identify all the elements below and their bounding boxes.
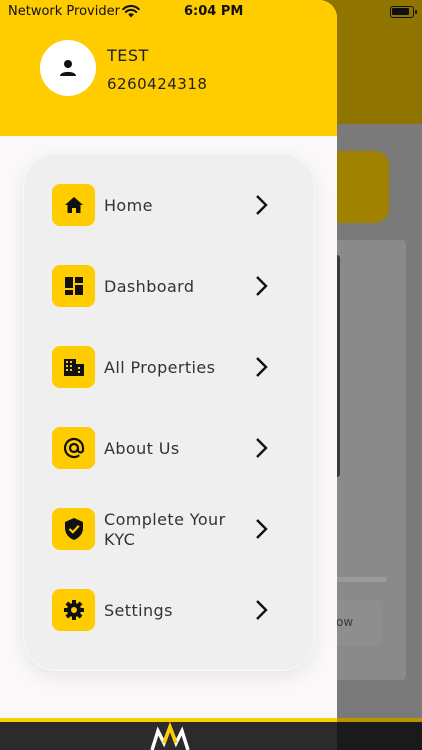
menu-item-all-properties[interactable]: All Properties: [52, 346, 282, 388]
menu-item-label: All Properties: [104, 358, 216, 377]
menu-item-dashboard[interactable]: Dashboard: [52, 265, 282, 307]
chevron-right-icon: [256, 519, 268, 539]
user-name: TEST: [107, 46, 149, 65]
carrier-name: Network Provider: [8, 4, 120, 19]
user-icon: [60, 60, 76, 76]
menu-item-label: Dashboard: [104, 277, 195, 296]
chevron-right-icon: [256, 600, 268, 620]
battery-icon: [390, 6, 417, 18]
verified-shield-icon: [52, 508, 95, 550]
navigation-drawer: TEST 6260424318 Home Dashboard All Prope…: [0, 0, 337, 750]
background-button-label: ow: [336, 615, 354, 629]
menu-item-label: About Us: [104, 439, 180, 458]
building-icon: [52, 346, 95, 388]
menu-item-home[interactable]: Home: [52, 184, 282, 226]
user-phone: 6260424318: [107, 75, 208, 93]
dashboard-icon: [52, 265, 95, 307]
home-icon: [52, 184, 95, 226]
wifi-icon: [122, 5, 140, 18]
menu-item-complete-kyc[interactable]: Complete Your KYC: [52, 508, 282, 550]
menu-item-label: Home: [104, 196, 153, 215]
chevron-right-icon: [256, 276, 268, 296]
status-time: 6:04 PM: [184, 4, 244, 19]
at-sign-icon: [52, 427, 95, 469]
logo-icon: [150, 722, 190, 750]
menu-item-about-us[interactable]: About Us: [52, 427, 282, 469]
gear-icon: [52, 589, 95, 631]
chevron-right-icon: [256, 357, 268, 377]
menu-item-label: Complete Your KYC: [104, 510, 226, 549]
menu-item-label: Settings: [104, 601, 173, 620]
menu-item-settings[interactable]: Settings: [52, 589, 282, 631]
avatar[interactable]: [40, 40, 96, 96]
chevron-right-icon: [256, 438, 268, 458]
status-bar: Network Provider 6:04 PM: [0, 0, 422, 24]
chevron-right-icon: [256, 195, 268, 215]
